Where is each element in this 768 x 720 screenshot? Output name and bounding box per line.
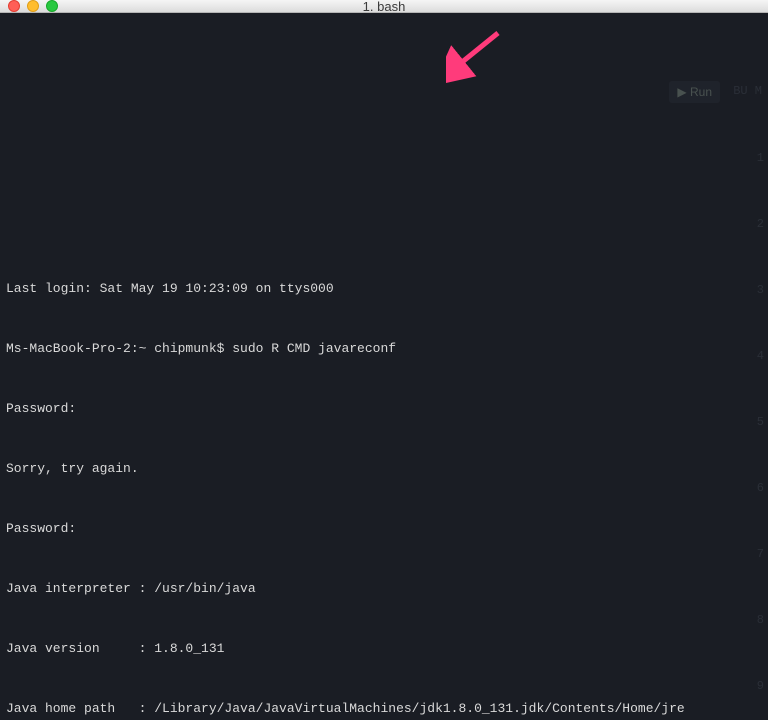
maximize-icon[interactable] [46, 0, 58, 12]
terminal-line: Ms-MacBook-Pro-2:~ chipmunk$ sudo R CMD … [6, 339, 762, 359]
terminal-line: Last login: Sat May 19 10:23:09 on ttys0… [6, 279, 762, 299]
terminal-line: Java interpreter : /usr/bin/java [6, 579, 762, 599]
terminal-viewport[interactable]: ▶ Run BU M 1 2 3 4 5 6 7 8 9 10 Line 10,… [0, 13, 768, 720]
terminal-line: Password: [6, 519, 762, 539]
titlebar[interactable]: 1. bash [0, 0, 768, 13]
terminal-window: 1. bash ▶ Run BU M 1 2 3 4 5 6 7 8 9 10 … [0, 0, 768, 720]
ghost-tab: BU M [733, 81, 762, 101]
window-title: 1. bash [0, 0, 768, 14]
terminal-line: Java home path : /Library/Java/JavaVirtu… [6, 699, 762, 719]
ghost-run-button: ▶ Run [669, 81, 720, 103]
terminal-line: Java version : 1.8.0_131 [6, 639, 762, 659]
terminal-line: Password: [6, 399, 762, 419]
pointer-arrow-icon [446, 27, 506, 87]
close-icon[interactable] [8, 0, 20, 12]
window-controls [8, 0, 58, 12]
minimize-icon[interactable] [27, 0, 39, 12]
terminal-line: Sorry, try again. [6, 459, 762, 479]
